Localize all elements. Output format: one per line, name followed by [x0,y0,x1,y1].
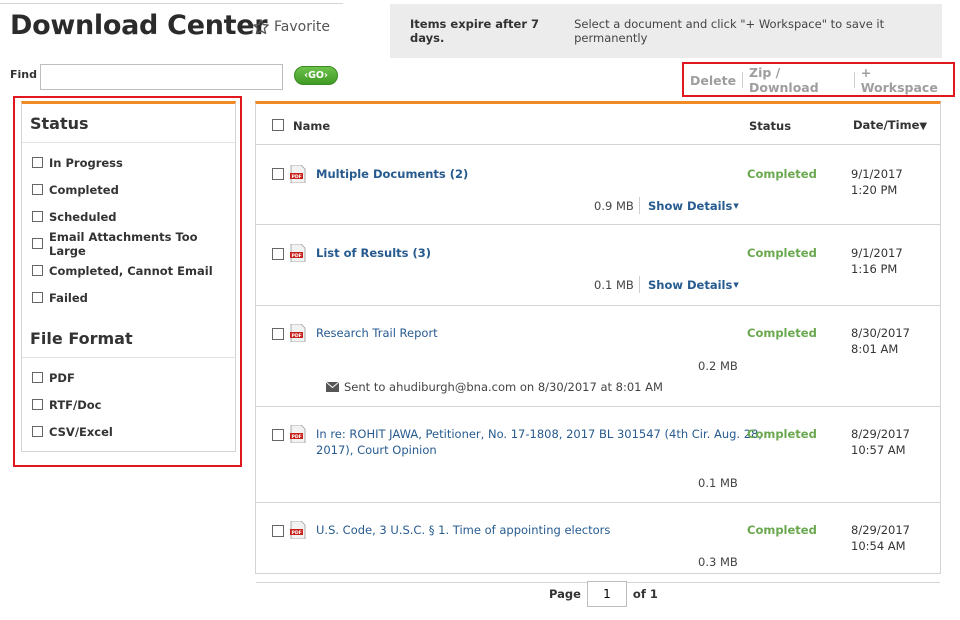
find-label: Find [10,68,37,81]
document-link[interactable]: U.S. Code, 3 U.S.C. § 1. Time of appoint… [316,522,610,538]
go-button[interactable]: ‹ GO › [294,66,338,85]
checkbox[interactable] [32,265,43,276]
status-filter-title: Status [22,104,235,143]
filter-panel: Status In Progress Completed Scheduled E… [21,101,236,452]
star-outline-icon [253,19,269,35]
filter-option-in-progress[interactable]: In Progress [32,149,235,176]
table-row: PDF In re: ROHIT JAWA, Petitioner, No. 1… [256,407,940,503]
column-header-status[interactable]: Status [749,119,791,133]
caret-down-icon: ▼ [733,202,739,210]
table-row: PDF Research Trail Report Completed 8/30… [256,306,940,407]
favorite-button[interactable]: Favorite [252,18,330,36]
file-size: 0.1 MB [594,278,634,292]
caret-down-icon: ▼ [733,281,739,289]
row-date: 9/1/2017 1:16 PM [851,246,903,276]
favorite-label: Favorite [274,19,330,35]
show-details-button[interactable]: Show Details▼ [648,199,739,213]
filter-option-completed-cannot-email[interactable]: Completed, Cannot Email [32,257,235,284]
row-date: 8/29/2017 10:57 AM [851,427,910,457]
column-header-date[interactable]: Date/Time▼ [853,118,927,132]
svg-text:PDF: PDF [292,253,302,259]
checkbox[interactable] [32,238,43,249]
checkbox[interactable] [32,157,43,168]
find-input[interactable] [40,64,283,90]
show-details-button[interactable]: Show Details▼ [648,278,739,292]
results-table: Name Status Date/Time▼ PDF Multiple Docu… [255,101,941,583]
table-header: Name Status Date/Time▼ [256,104,940,145]
checkbox[interactable] [32,426,43,437]
filter-option-completed[interactable]: Completed [32,176,235,203]
action-bar: Delete Zip / Download + Workspace [684,64,953,96]
status-completed: Completed [747,167,817,181]
table-row: PDF List of Results (3) Completed 9/1/20… [256,225,940,306]
row-date: 8/30/2017 8:01 AM [851,326,910,356]
column-header-name[interactable]: Name [293,119,330,133]
file-size: 0.2 MB [698,359,738,373]
filter-option-scheduled[interactable]: Scheduled [32,203,235,230]
delete-button[interactable]: Delete [684,73,742,88]
expiry-notice: Items expire after 7 days. Select a docu… [390,4,942,58]
filter-option-rtf-doc[interactable]: RTF/Doc [32,391,235,418]
zip-download-button[interactable]: Zip / Download [743,65,854,95]
table-row: PDF Multiple Documents (2) Completed 9/1… [256,145,940,225]
format-filter-title: File Format [22,319,235,358]
add-workspace-button[interactable]: + Workspace [855,65,953,95]
document-link[interactable]: Research Trail Report [316,325,438,341]
row-checkbox[interactable] [272,429,284,441]
pdf-file-icon: PDF [290,244,306,262]
document-link[interactable]: Multiple Documents (2) [316,166,468,182]
sort-desc-icon: ▼ [919,121,928,132]
status-filter-list: In Progress Completed Scheduled Email At… [22,143,235,311]
table-row: PDF U.S. Code, 3 U.S.C. § 1. Time of app… [256,503,940,583]
notice-bold: Items expire after 7 days. [410,17,540,45]
checkbox[interactable] [32,399,43,410]
file-size: 0.3 MB [698,555,738,569]
row-checkbox[interactable] [272,168,284,180]
filter-option-email-too-large[interactable]: Email Attachments Too Large [32,230,235,258]
status-completed: Completed [747,427,817,441]
pdf-file-icon: PDF [290,521,306,539]
status-completed: Completed [747,326,817,340]
top-rule [0,3,343,4]
filter-option-failed[interactable]: Failed [32,284,235,311]
checkbox[interactable] [32,211,43,222]
page-title: Download Center [10,10,268,41]
document-link[interactable]: In re: ROHIT JAWA, Petitioner, No. 17-18… [316,426,762,458]
sent-notice: Sent to ahudiburgh@bna.com on 8/30/2017 … [326,380,663,394]
file-size: 0.9 MB [594,199,634,213]
row-date: 9/1/2017 1:20 PM [851,167,903,197]
filter-option-pdf[interactable]: PDF [32,364,235,391]
checkbox[interactable] [32,372,43,383]
format-filter-list: PDF RTF/Doc CSV/Excel [22,358,235,445]
page-label: Page [549,587,581,601]
filter-option-csv-excel[interactable]: CSV/Excel [32,418,235,445]
checkbox[interactable] [32,184,43,195]
row-checkbox[interactable] [272,525,284,537]
svg-text:PDF: PDF [292,434,302,440]
svg-text:PDF: PDF [292,174,302,180]
pdf-file-icon: PDF [290,324,306,342]
details-divider [639,197,640,214]
svg-text:PDF: PDF [292,333,302,339]
page-total: of 1 [632,587,658,601]
select-all-checkbox[interactable] [272,119,284,131]
checkbox[interactable] [32,292,43,303]
envelope-icon [326,382,339,392]
document-link[interactable]: List of Results (3) [316,245,431,261]
notice-text: Select a document and click "+ Workspace… [574,17,885,45]
row-checkbox[interactable] [272,248,284,260]
svg-text:PDF: PDF [292,530,302,536]
pdf-file-icon: PDF [290,165,306,183]
details-divider [639,276,640,293]
row-checkbox[interactable] [272,328,284,340]
file-size: 0.1 MB [698,476,738,490]
status-completed: Completed [747,523,817,537]
pdf-file-icon: PDF [290,425,306,443]
status-completed: Completed [747,246,817,260]
row-date: 8/29/2017 10:54 AM [851,523,910,553]
page-number-input[interactable] [586,581,627,607]
pagination: Page of 1 [549,580,658,608]
